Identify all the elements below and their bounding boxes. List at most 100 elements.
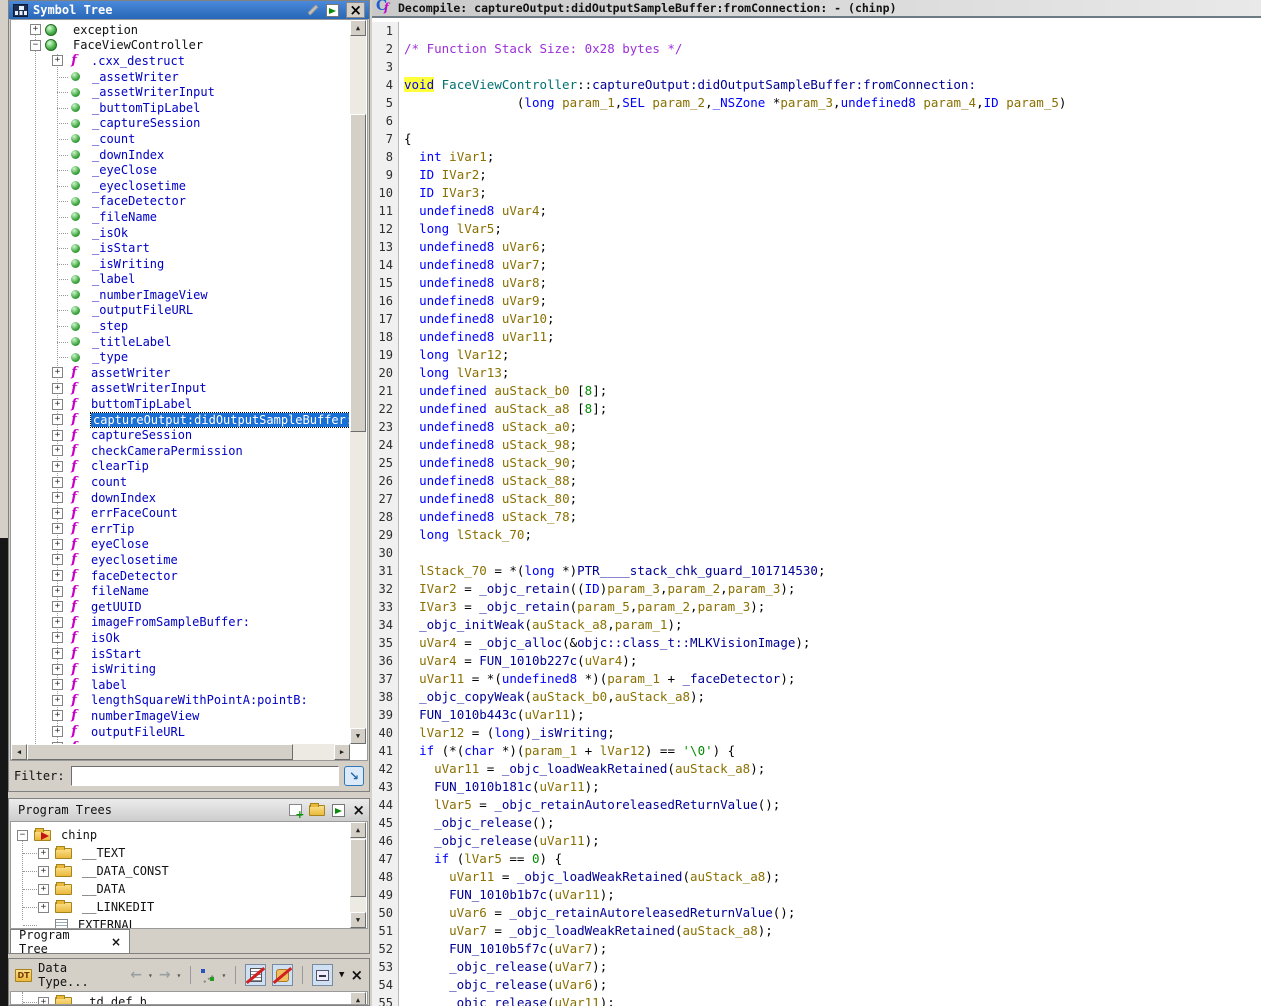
tab-program-tree[interactable]: Program Tree × (10, 929, 130, 953)
filter-input[interactable] (71, 766, 339, 786)
symbol-tree-item[interactable]: +feyeClose (11, 537, 349, 553)
code-line[interactable]: 44 lVar5 = _objc_retainAutoreleasedRetur… (372, 796, 1261, 814)
code-line[interactable]: 24 undefined8 uStack_98; (372, 436, 1261, 454)
code-line[interactable]: 54 _objc_release(uVar6); (372, 976, 1261, 994)
symbol-tree-item[interactable]: _buttomTipLabel (11, 100, 349, 116)
code-line[interactable]: 16 undefined8 uVar9; (372, 292, 1261, 310)
symbol-tree-item[interactable]: +fisStart (11, 646, 349, 662)
symbol-tree-item[interactable]: _step (11, 318, 349, 334)
close-icon[interactable]: × (350, 968, 363, 982)
scroll-up-arrow[interactable]: ▲ (350, 822, 366, 838)
path-dropdown-caret[interactable]: ▾ (221, 971, 226, 980)
forward-dropdown-caret[interactable]: ▾ (177, 971, 182, 980)
code-line[interactable]: 6 (372, 112, 1261, 130)
code-line[interactable]: 34 _objc_initWeak(auStack_a8,param_1); (372, 616, 1261, 634)
symbol-tree-item[interactable]: _downIndex (11, 147, 349, 163)
code-line[interactable]: 27 undefined8 uStack_80; (372, 490, 1261, 508)
symbol-tree-hscrollbar[interactable]: ◀ ▶ (11, 744, 350, 760)
symbol-tree-item[interactable]: +ferrFaceCount (11, 505, 349, 521)
scroll-down-arrow[interactable]: ▼ (350, 912, 366, 928)
expander-toggle[interactable]: + (52, 399, 63, 410)
code-line[interactable]: 33 IVar3 = _objc_retain(param_5,param_2,… (372, 598, 1261, 616)
code-line[interactable]: 21 undefined auStack_b0 [8]; (372, 382, 1261, 400)
symbol-tree-item[interactable]: _fileName (11, 209, 349, 225)
expander-toggle[interactable]: + (52, 414, 63, 425)
code-line[interactable]: 52 FUN_1010b5f7c(uVar7); (372, 940, 1261, 958)
code-line[interactable]: 4void FaceViewController::captureOutput:… (372, 76, 1261, 94)
program-tree-item[interactable]: −chinp (13, 826, 349, 844)
symbol-tree-item[interactable]: +fassetWriter (11, 365, 349, 381)
symbol-tree-item[interactable]: +fbuttomTipLabel (11, 396, 349, 412)
symbol-tree-item[interactable]: _count (11, 131, 349, 147)
symbol-tree-item[interactable]: _titleLabel (11, 334, 349, 350)
code-line[interactable]: 38 _objc_copyWeak(auStack_b0,auStack_a8)… (372, 688, 1261, 706)
open-folder-icon[interactable] (309, 805, 325, 816)
code-line[interactable]: 3 (372, 58, 1261, 76)
code-line[interactable]: 41 if (*(char *)(param_1 + lVar12) == '\… (372, 742, 1261, 760)
program-trees-titlebar[interactable]: Program Trees × (9, 799, 369, 821)
code-line[interactable]: 49 FUN_1010b1b7c(uVar11); (372, 886, 1261, 904)
scroll-thumb[interactable] (350, 839, 366, 897)
code-line[interactable]: 11 undefined8 uVar4; (372, 202, 1261, 220)
expander-toggle[interactable]: + (52, 632, 63, 643)
expander-toggle[interactable]: − (30, 40, 41, 51)
symbol-tree-titlebar[interactable]: Symbol Tree × (9, 1, 369, 19)
symbol-tree-item[interactable]: +exception (11, 22, 349, 38)
scroll-thumb[interactable] (27, 744, 293, 760)
code-line[interactable]: 35 uVar4 = _objc_alloc(&objc::class_t::M… (372, 634, 1261, 652)
scroll-left-arrow[interactable]: ◀ (11, 744, 27, 760)
code-line[interactable]: 50 uVar6 = _objc_retainAutoreleasedRetur… (372, 904, 1261, 922)
expander-toggle[interactable]: + (38, 884, 49, 895)
symbol-tree-item[interactable]: +ffileName (11, 583, 349, 599)
symbol-tree-item[interactable]: _label (11, 272, 349, 288)
program-tree-item[interactable]: +__DATA (13, 880, 349, 898)
expander-toggle[interactable]: + (38, 848, 49, 859)
symbol-tree-item[interactable]: +flabel (11, 677, 349, 693)
code-line[interactable]: 51 uVar7 = _objc_loadWeakRetained(auStac… (372, 922, 1261, 940)
expander-toggle[interactable]: + (30, 24, 41, 35)
symbol-tree-item[interactable]: +fgetUUID (11, 599, 349, 615)
edit-pencil-icon[interactable] (308, 4, 319, 15)
symbol-tree-item[interactable]: _isOk (11, 225, 349, 241)
symbol-tree-item[interactable]: _faceDetector (11, 194, 349, 210)
code-line[interactable]: 43 FUN_1010b181c(uVar11); (372, 778, 1261, 796)
code-line[interactable]: 53 _objc_release(uVar7); (372, 958, 1261, 976)
back-dropdown-caret[interactable]: ▾ (148, 971, 153, 980)
new-tree-icon[interactable] (289, 804, 302, 816)
symbol-tree-item[interactable]: _isWriting (11, 256, 349, 272)
code-line[interactable]: 30 (372, 544, 1261, 562)
symbol-tree-item[interactable]: _captureSession (11, 116, 349, 132)
code-line[interactable]: 5 (long param_1,SEL param_2,_NSZone *par… (372, 94, 1261, 112)
program-tree-item[interactable]: +__LINKEDIT (13, 898, 349, 916)
symbol-tree-item[interactable]: _eyeClose (11, 162, 349, 178)
expander-toggle[interactable]: + (52, 461, 63, 472)
code-line[interactable]: 7{ (372, 130, 1261, 148)
code-line[interactable]: 37 uVar11 = *(undefined8 *)(param_1 + _f… (372, 670, 1261, 688)
symbol-tree-item[interactable]: +fisWriting (11, 661, 349, 677)
expander-toggle[interactable]: + (52, 710, 63, 721)
symbol-tree-item[interactable]: _eyeclosetime (11, 178, 349, 194)
code-line[interactable]: 28 undefined8 uStack_78; (372, 508, 1261, 526)
code-line[interactable]: 18 undefined8 uVar11; (372, 328, 1261, 346)
symbol-tree-item[interactable]: +fcaptureSession (11, 427, 349, 443)
code-line[interactable]: 31 lStack_70 = *(long *)PTR____stack_chk… (372, 562, 1261, 580)
program-tree-item[interactable]: EXTERNAL (13, 916, 349, 928)
data-type-item[interactable]: +_td_def.h (13, 993, 349, 1005)
close-icon[interactable]: × (352, 803, 365, 817)
scroll-thumb[interactable] (350, 114, 366, 432)
expander-toggle[interactable]: + (52, 664, 63, 675)
expander-toggle[interactable]: + (52, 617, 63, 628)
symbol-tree-item[interactable]: −FaceViewController (11, 38, 349, 54)
expander-toggle[interactable]: + (38, 997, 49, 1006)
code-line[interactable]: 46 _objc_release(uVar11); (372, 832, 1261, 850)
symbol-tree-item[interactable]: +foutputFileURL (11, 724, 349, 740)
disable-filter-toggle[interactable] (245, 964, 266, 986)
symbol-tree-item[interactable]: +fdownIndex (11, 490, 349, 506)
code-line[interactable]: 36 uVar4 = FUN_1010b227c(uVar4); (372, 652, 1261, 670)
code-line[interactable]: 13 undefined8 uVar6; (372, 238, 1261, 256)
code-line[interactable]: 17 undefined8 uVar10; (372, 310, 1261, 328)
code-line[interactable]: 8 int iVar1; (372, 148, 1261, 166)
code-line[interactable]: 45 _objc_release(); (372, 814, 1261, 832)
expander-toggle[interactable]: + (52, 523, 63, 534)
expander-toggle[interactable]: + (52, 726, 63, 737)
